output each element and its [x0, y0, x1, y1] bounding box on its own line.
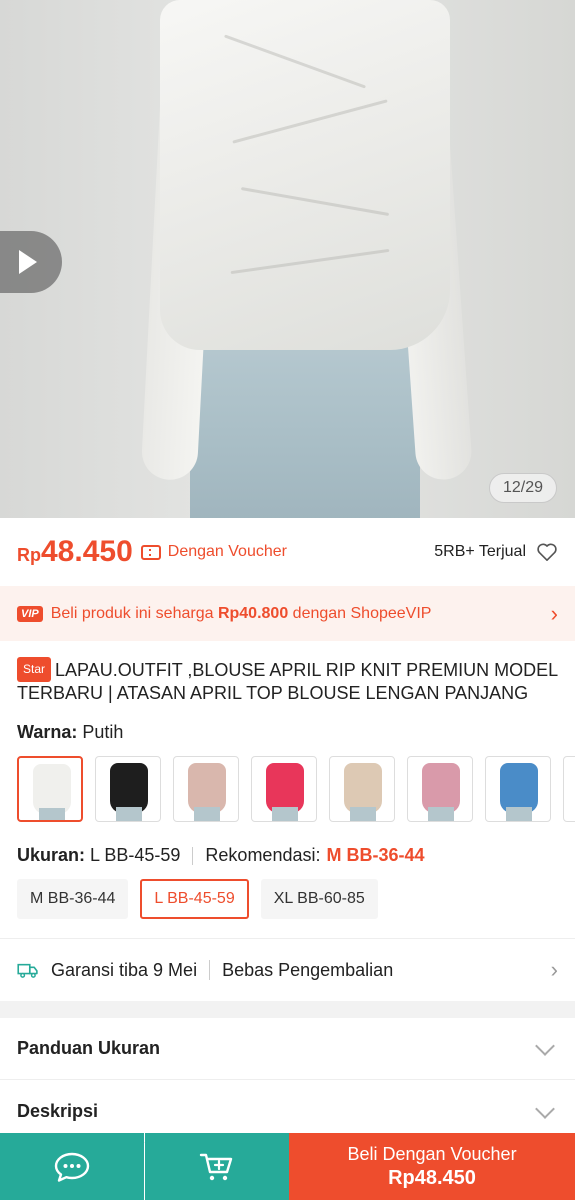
swatch-image: [422, 763, 460, 813]
recommendation-label: Rekomendasi:: [205, 845, 321, 865]
chevron-right-icon: ›: [550, 600, 558, 626]
swatch-image: [110, 763, 148, 813]
divider: [209, 960, 211, 980]
size-option[interactable]: XL BB-60-85: [260, 879, 378, 919]
chat-icon: [54, 1152, 90, 1182]
add-to-cart-icon: [199, 1153, 233, 1180]
chat-button[interactable]: [0, 1133, 144, 1200]
swatch-image: [500, 763, 538, 813]
chevron-down-icon: [535, 1098, 555, 1119]
size-option-selected[interactable]: L BB-45-59: [140, 879, 249, 919]
section-gap: [0, 1001, 575, 1018]
price-currency: Rp: [17, 545, 41, 565]
color-swatch[interactable]: [563, 756, 575, 822]
size-option[interactable]: M BB-36-44: [17, 879, 129, 919]
image-counter: 12/29: [489, 473, 557, 503]
truck-icon: [17, 963, 38, 978]
color-label: Warna:: [17, 722, 78, 742]
color-selection: Warna: Putih: [17, 722, 123, 743]
product-title: Star LAPAU.OUTFIT ,BLOUSE APRIL RIP KNIT …: [17, 657, 562, 705]
shipping-row[interactable]: Garansi tiba 9 Mei Bebas Pengembalian ›: [0, 939, 575, 1001]
sold-count: 5RB+ Terjual: [434, 543, 526, 560]
color-swatch[interactable]: [95, 756, 161, 822]
play-icon: [19, 250, 37, 274]
vip-text: Beli produk ini seharga Rp40.800 dengan …: [51, 605, 432, 623]
vip-price: Rp40.800: [217, 604, 289, 622]
swatch-jeans: [272, 807, 298, 821]
size-label: Ukuran:: [17, 845, 86, 865]
video-play-button[interactable]: [0, 231, 62, 293]
color-swatch[interactable]: [17, 756, 83, 822]
product-image[interactable]: 12/29: [0, 0, 575, 518]
size-guide-label: Panduan Ukuran: [17, 1038, 161, 1058]
chevron-right-icon: ›: [550, 957, 558, 982]
recommendation-value[interactable]: M BB-36-44: [326, 845, 424, 866]
swatch-jeans: [506, 807, 532, 821]
color-swatches: [17, 756, 575, 824]
price-row: Rp48.450 Dengan Voucher 5RB+ Terjual: [0, 518, 575, 586]
star-badge: Star: [17, 657, 52, 682]
price: Rp48.450: [17, 535, 133, 569]
divider: [192, 846, 194, 865]
color-swatch[interactable]: [485, 756, 551, 822]
buy-price: Rp48.450: [388, 1166, 476, 1189]
color-swatch[interactable]: [251, 756, 317, 822]
delivery-guarantee: Garansi tiba 9 Mei: [51, 959, 198, 980]
swatch-jeans: [428, 807, 454, 821]
swatch-jeans: [194, 807, 220, 821]
size-value: L BB-45-59: [90, 845, 181, 865]
swatch-image: [344, 763, 382, 813]
color-swatch[interactable]: [173, 756, 239, 822]
size-options: M BB-36-44 L BB-45-59 XL BB-60-85: [17, 879, 390, 919]
swatch-jeans: [39, 808, 65, 820]
swatch-jeans: [116, 807, 142, 821]
voucher-label[interactable]: Dengan Voucher: [168, 543, 287, 561]
heart-icon[interactable]: [536, 542, 558, 562]
vip-text-after: dengan ShopeeVIP: [288, 604, 432, 622]
image-blouse: [160, 0, 450, 350]
chevron-down-icon: [535, 1035, 555, 1056]
size-guide-row[interactable]: Panduan Ukuran: [0, 1018, 575, 1080]
free-returns: Bebas Pengembalian: [222, 959, 394, 980]
vip-banner[interactable]: VIP Beli produk ini seharga Rp40.800 den…: [0, 586, 575, 641]
buy-with-voucher-button[interactable]: Beli Dengan Voucher Rp48.450: [289, 1133, 575, 1200]
description-label: Deskripsi: [17, 1101, 99, 1121]
color-swatch[interactable]: [407, 756, 473, 822]
color-swatch[interactable]: [329, 756, 395, 822]
add-to-cart-button[interactable]: [145, 1133, 289, 1200]
voucher-icon: [140, 544, 161, 560]
buy-label: Beli Dengan Voucher: [347, 1143, 517, 1164]
vip-badge: VIP: [17, 605, 43, 622]
bottom-action-bar: Beli Dengan Voucher Rp48.450: [0, 1133, 575, 1200]
swatch-image: [33, 764, 71, 814]
product-title-text: LAPAU.OUTFIT ,BLOUSE APRIL RIP KNIT PREM…: [17, 660, 558, 703]
swatch-jeans: [350, 807, 376, 821]
price-amount: 48.450: [41, 535, 133, 568]
swatch-image: [188, 763, 226, 813]
size-selection: Ukuran: L BB-45-59 Rekomendasi: M BB-36-…: [17, 845, 425, 866]
color-value: Putih: [82, 722, 124, 742]
swatch-image: [266, 763, 304, 813]
vip-text-before: Beli produk ini seharga: [50, 604, 218, 622]
